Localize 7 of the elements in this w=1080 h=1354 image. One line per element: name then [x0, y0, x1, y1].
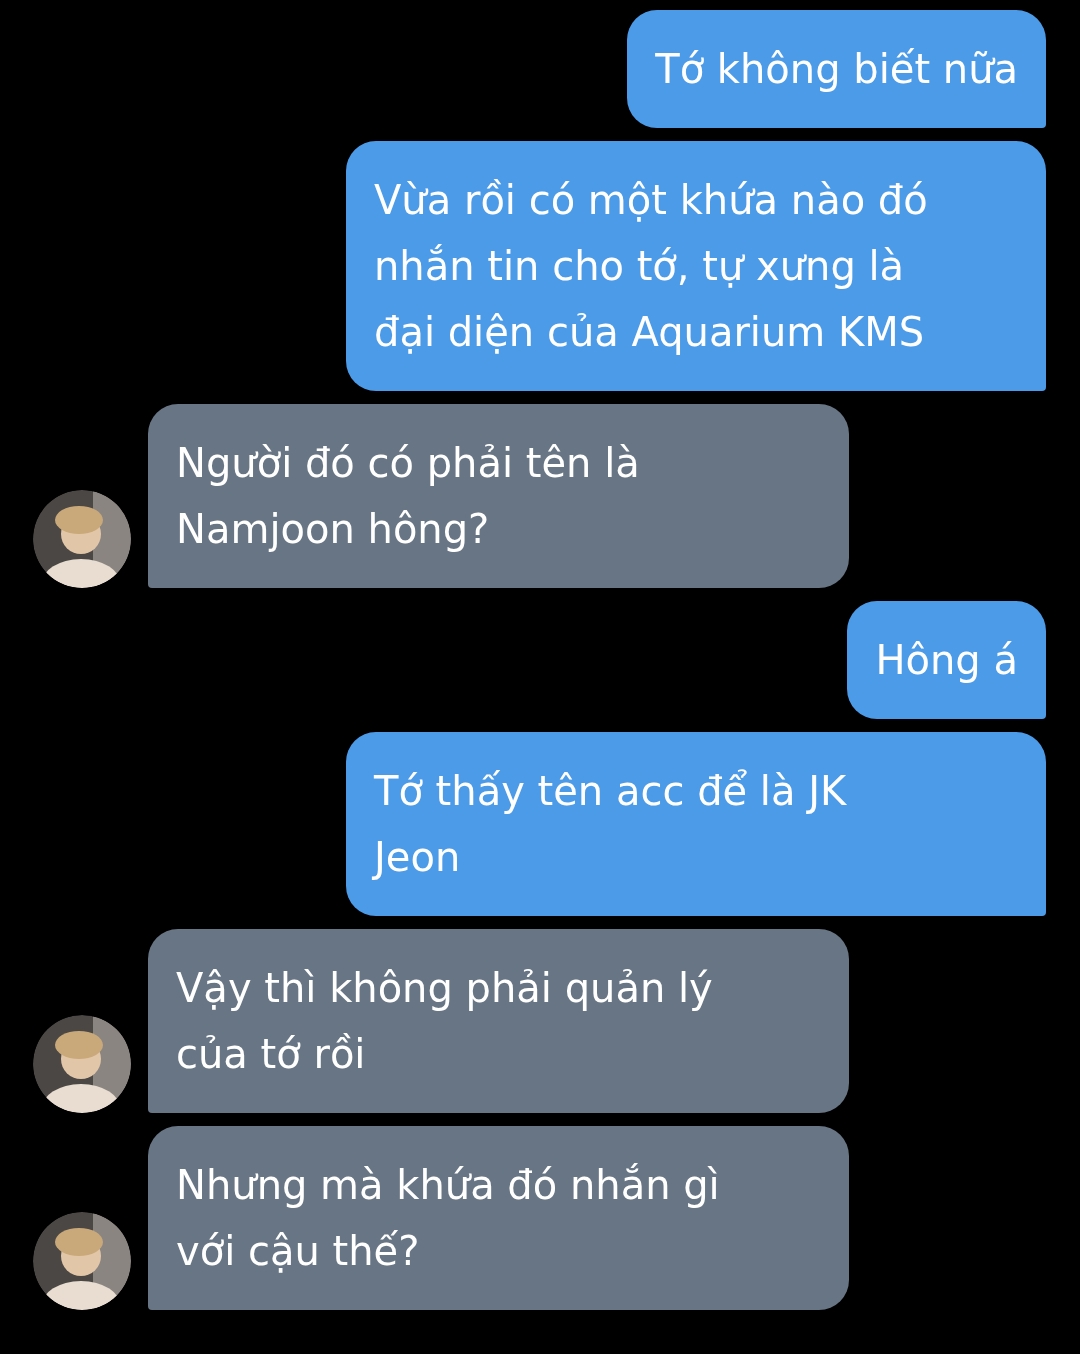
received-message: Vậy thì không phải quản lý của tớ rồi [148, 929, 849, 1113]
sent-message: Tớ không biết nữa [627, 10, 1046, 128]
sent-message: Hông á [847, 601, 1046, 719]
received-message: Người đó có phải tên là Namjoon hông? [148, 404, 849, 588]
sent-message: Tớ thấy tên acc để là JK Jeon [346, 732, 1046, 916]
received-message: Nhưng mà khứa đó nhắn gì với cậu thế? [148, 1126, 849, 1310]
sent-message: Vừa rồi có một khứa nào đó nhắn tin cho tớ, tự xưng là đại diện của Aquarium KMS [346, 141, 1046, 391]
